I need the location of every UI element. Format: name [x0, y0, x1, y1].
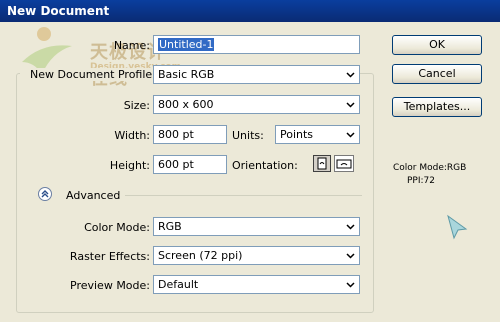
name-label: Name: — [113, 39, 150, 52]
window-title: New Document — [0, 0, 500, 22]
new-document-dialog: New Document 天极设计在线 Design.yesky.com Nam… — [0, 0, 500, 322]
height-label: Height: — [109, 159, 150, 172]
color-mode-select[interactable]: RGB — [153, 217, 360, 236]
document-info: Color Mode:RGB PPI:72 — [393, 162, 473, 188]
preview-mode-label: Preview Mode: — [70, 279, 150, 292]
cancel-button[interactable]: Cancel — [392, 64, 482, 84]
size-label: Size: — [123, 99, 150, 112]
raster-effects-label: Raster Effects: — [69, 250, 150, 263]
height-input-value: 600 pt — [158, 158, 194, 171]
chevron-down-icon — [344, 249, 356, 262]
chevron-down-icon — [344, 128, 356, 141]
width-input[interactable]: 800 pt — [153, 125, 227, 144]
preview-mode-select-value: Default — [158, 278, 199, 291]
chevron-down-icon — [344, 278, 356, 291]
units-label: Units: — [232, 129, 264, 142]
chevron-down-icon — [344, 98, 356, 111]
info-color-mode: Color Mode:RGB — [393, 163, 467, 173]
width-input-value: 800 pt — [158, 128, 194, 141]
chevron-down-icon — [344, 220, 356, 233]
name-input-value: Untitled-1 — [158, 38, 215, 51]
pointer-cursor-icon — [446, 214, 468, 243]
units-select-value: Points — [280, 128, 314, 141]
profile-select[interactable]: Basic RGB — [153, 65, 360, 84]
units-select[interactable]: Points — [275, 125, 360, 144]
height-input[interactable]: 600 pt — [153, 155, 227, 174]
profile-select-value: Basic RGB — [158, 68, 215, 81]
raster-effects-select-value: Screen (72 ppi) — [158, 249, 243, 262]
preview-mode-select[interactable]: Default — [153, 275, 360, 294]
width-label: Width: — [114, 129, 150, 142]
orientation-label: Orientation: — [232, 159, 298, 172]
size-select[interactable]: 800 x 600 — [153, 95, 360, 114]
landscape-icon — [336, 159, 352, 169]
landscape-button[interactable] — [334, 155, 354, 172]
size-select-value: 800 x 600 — [158, 98, 214, 111]
templates-button[interactable]: Templates... — [392, 97, 482, 117]
double-chevron-up-icon — [41, 190, 49, 198]
color-mode-label: Color Mode: — [84, 221, 150, 234]
chevron-down-icon — [344, 68, 356, 81]
portrait-icon — [317, 157, 327, 170]
advanced-divider — [125, 195, 362, 196]
profile-label: New Document Profile: — [20, 68, 160, 81]
portrait-button[interactable] — [313, 155, 331, 172]
ok-button[interactable]: OK — [392, 35, 482, 55]
info-ppi: PPI:72 — [407, 176, 435, 186]
name-input[interactable]: Untitled-1 — [153, 35, 360, 54]
color-mode-select-value: RGB — [158, 220, 182, 233]
advanced-toggle-button[interactable] — [38, 187, 52, 201]
advanced-label: Advanced — [66, 189, 121, 202]
raster-effects-select[interactable]: Screen (72 ppi) — [153, 246, 360, 265]
